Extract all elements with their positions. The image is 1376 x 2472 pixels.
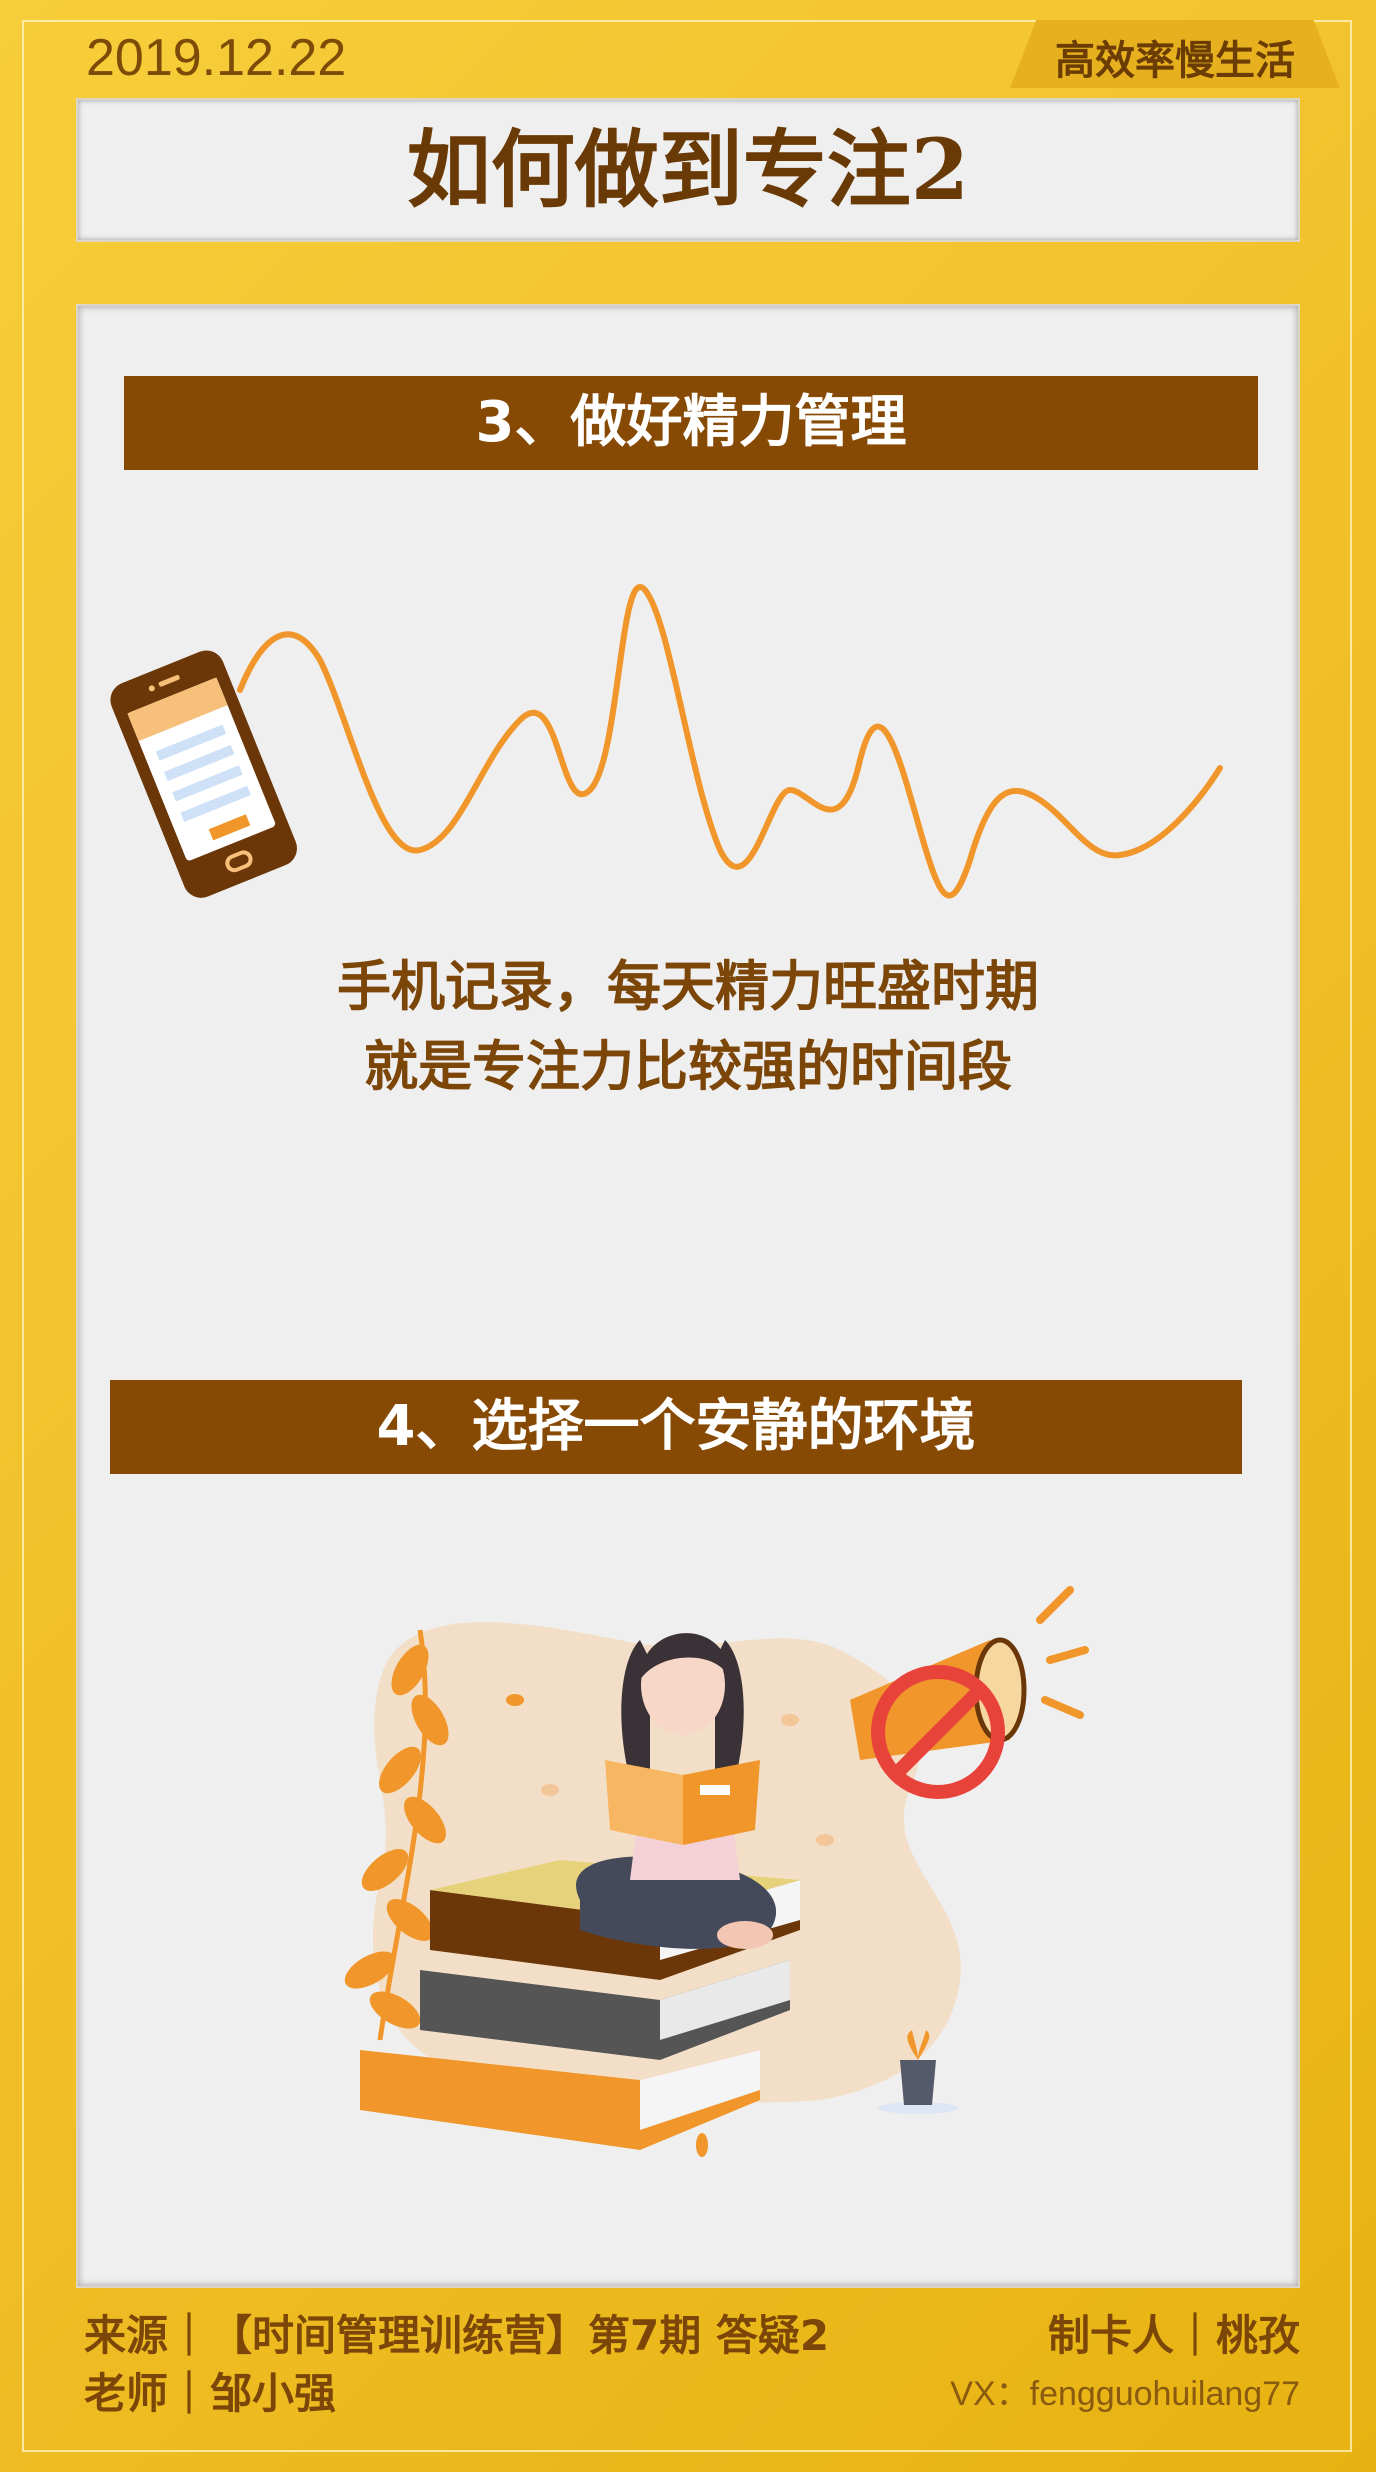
- leaf-icon: [541, 1784, 559, 1796]
- teacher-text: 老师｜邹小强: [84, 2369, 337, 2418]
- maker-text: 制卡人｜桃孜: [1047, 2311, 1300, 2360]
- wechat-id-text: VX：fengguohuilang77: [950, 2375, 1300, 2413]
- leaf-icon: [781, 1714, 799, 1726]
- source-text: 来源｜【时间管理训练营】第7期 答疑2: [84, 2311, 830, 2360]
- leaf-icon: [506, 1694, 524, 1706]
- no-noise-megaphone-icon: [850, 1586, 1089, 1799]
- leaf-icon: [696, 2133, 708, 2157]
- leaf-icon: [816, 1834, 834, 1846]
- quiet-environment-illustration: [344, 1586, 1089, 2157]
